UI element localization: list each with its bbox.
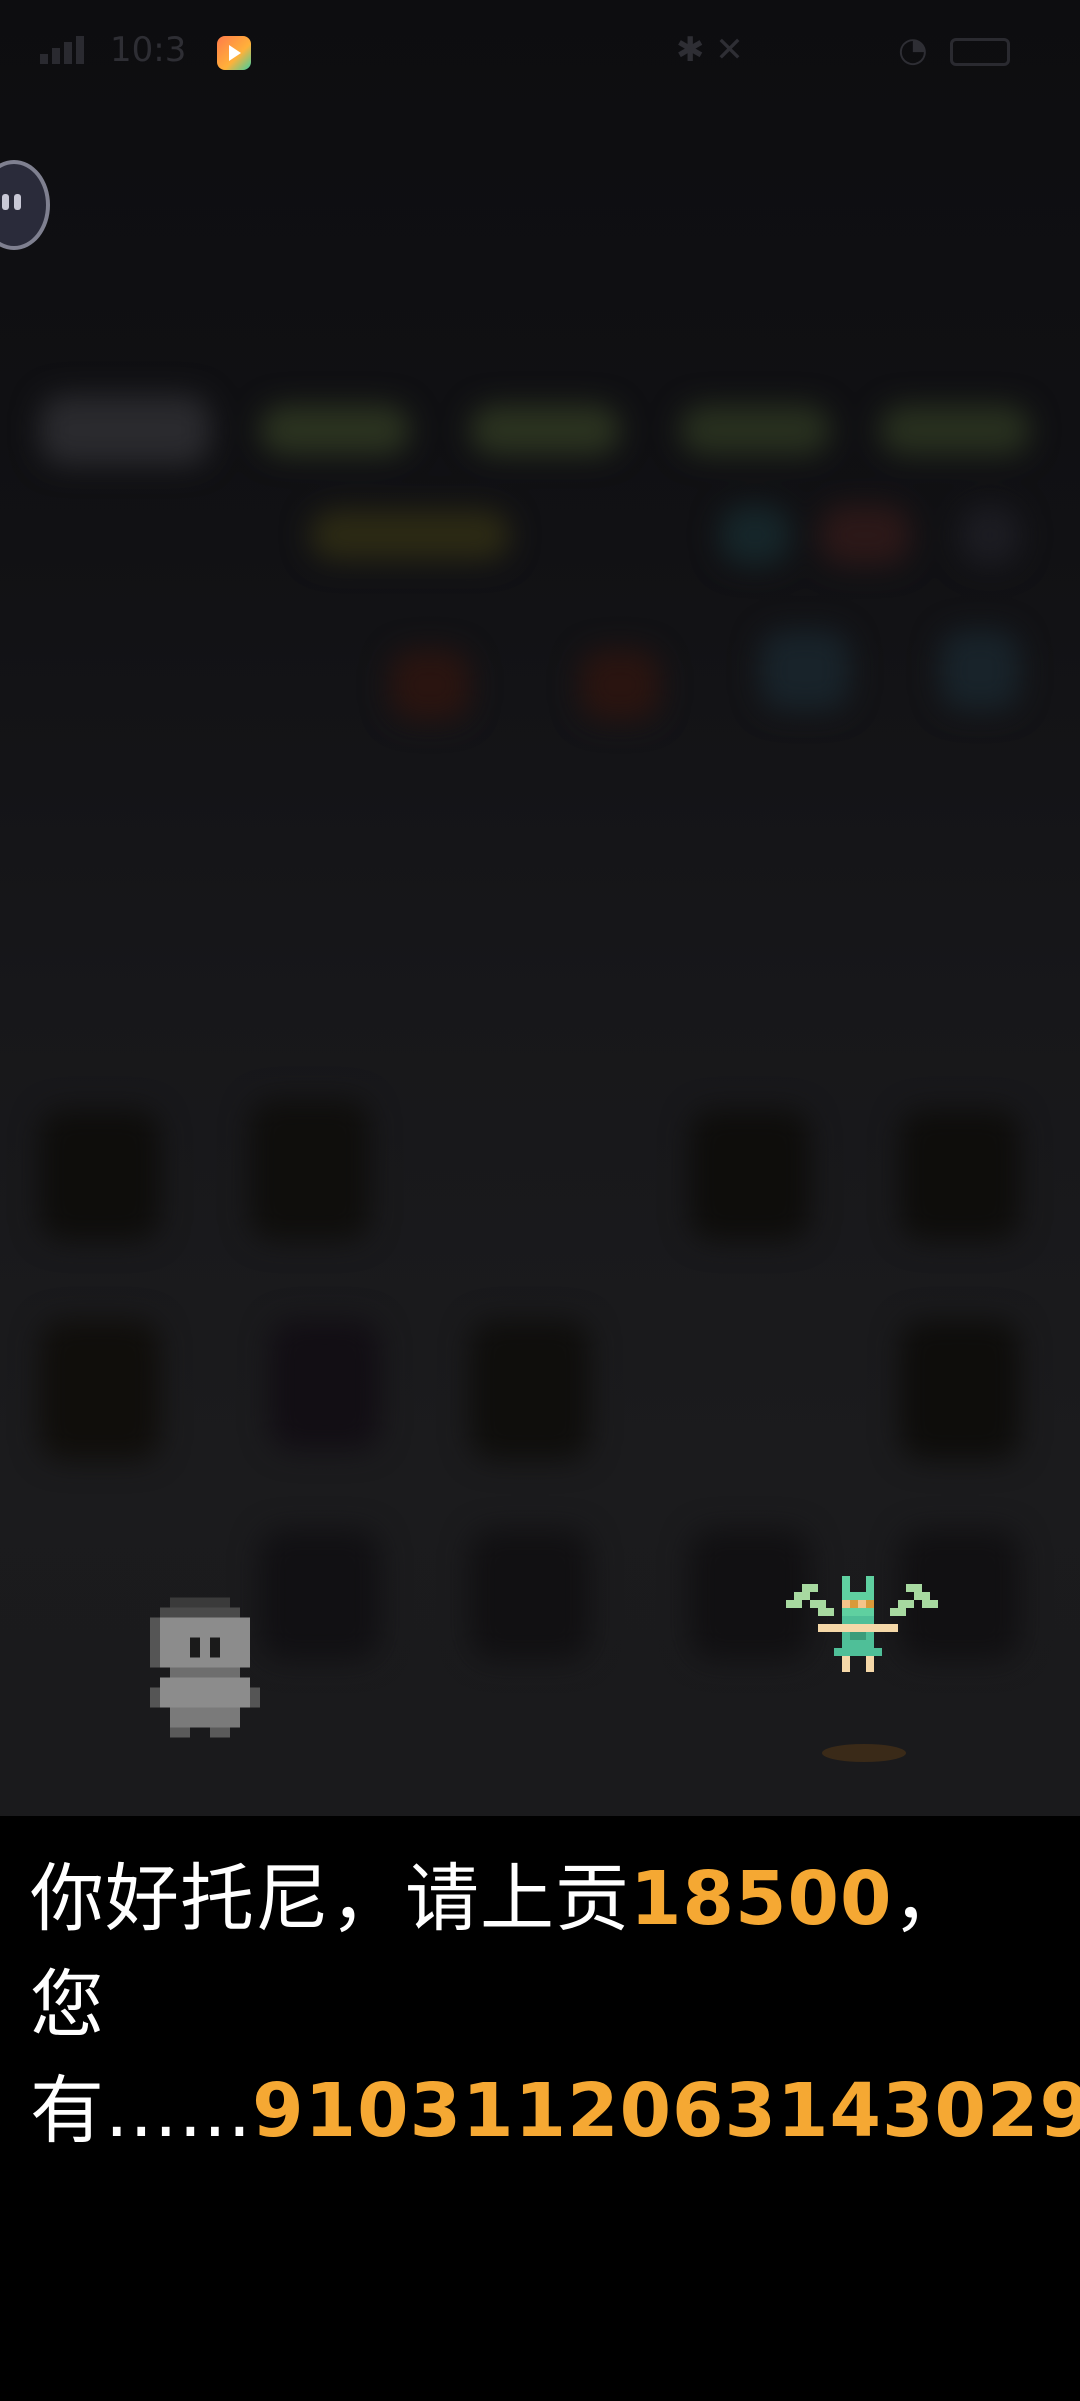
- assistant-face-icon: [2, 194, 9, 210]
- status-time: 10:3: [110, 30, 187, 70]
- game-scene[interactable]: 10:3 ✱ ✕ ◔: [0, 0, 1080, 1816]
- app-notification-icon: [217, 36, 251, 70]
- dialogue-box[interactable]: 你好托尼，请上贡18500，您有......9103112063143029: [0, 1816, 1080, 2401]
- assistant-face-icon-eye: [14, 194, 21, 210]
- signal-icon: [40, 36, 84, 64]
- dialogue-text: 你好托尼，请上贡18500，您有......9103112063143029: [30, 1846, 1080, 2164]
- npc-fairy-sprite[interactable]: [786, 1576, 938, 1704]
- npc-shadow: [822, 1744, 906, 1762]
- status-bar: 10:3 ✱ ✕ ◔: [0, 0, 1080, 100]
- dialogue-greeting: 你好托尼，请上贡: [30, 1856, 630, 1942]
- player-amount: 9103112063143029: [252, 2068, 1080, 2154]
- battery-icon: [950, 38, 1010, 66]
- wifi-icon: ◔: [898, 30, 928, 70]
- blurred-background: [0, 0, 1080, 1816]
- tribute-amount: 18500: [630, 1856, 893, 1942]
- bluetooth-icon: ✱ ✕: [676, 30, 744, 70]
- player-ghost-sprite[interactable]: [150, 1596, 260, 1739]
